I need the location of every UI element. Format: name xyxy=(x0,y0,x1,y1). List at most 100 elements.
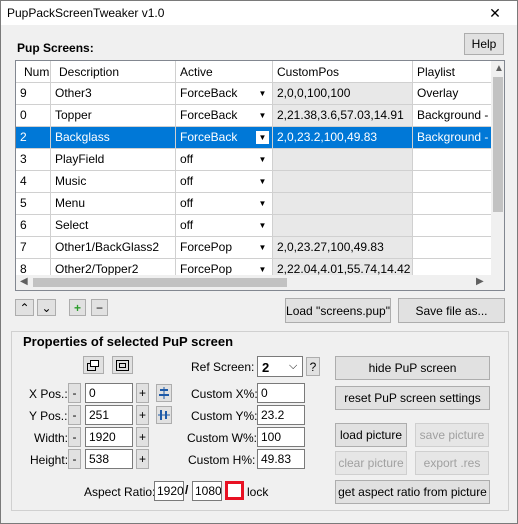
export-res-button[interactable]: export .res xyxy=(415,451,489,475)
clear-picture-button[interactable]: clear picture xyxy=(335,451,407,475)
width-label: Width: xyxy=(34,431,69,445)
ref-screen-select[interactable]: 2 ⌵ xyxy=(257,356,303,377)
row-playlist: Overlay xyxy=(413,83,491,105)
row-active-value: ForceBack xyxy=(180,108,238,122)
row-playlist xyxy=(413,237,491,259)
table-row[interactable]: 5 Menu off ▼ xyxy=(16,193,491,215)
table-row[interactable]: 6 Select off ▼ xyxy=(16,215,491,237)
ypos-minus-button[interactable]: - xyxy=(68,405,81,425)
height-plus-button[interactable]: + xyxy=(136,449,149,469)
dropdown-arrow-icon[interactable]: ▼ xyxy=(256,109,269,122)
dropdown-arrow-icon[interactable]: ▼ xyxy=(256,175,269,188)
horizontal-scrollbar[interactable]: ◀ ▶ xyxy=(16,275,491,290)
reset-settings-button[interactable]: reset PuP screen settings xyxy=(335,386,490,410)
row-custompos xyxy=(273,193,413,215)
move-down-button[interactable]: ⌄ xyxy=(37,299,56,316)
ref-screen-help-button[interactable]: ? xyxy=(306,357,320,376)
custom-x-input[interactable]: 0 xyxy=(257,383,305,403)
width-minus-button[interactable]: - xyxy=(68,427,81,447)
minus-icon: − xyxy=(95,300,103,315)
title-bar[interactable]: PupPackScreenTweaker v1.0 ✕ xyxy=(1,1,517,25)
ypos-input[interactable]: 251 xyxy=(85,405,133,425)
maximize-window-button[interactable] xyxy=(112,356,133,374)
table-row[interactable]: 7 Other1/BackGlass2 ForcePop ▼ 2,0,23.27,… xyxy=(16,237,491,259)
scroll-up-icon[interactable]: ▲ xyxy=(494,63,504,74)
custom-h-input[interactable]: 49.83 xyxy=(257,449,305,469)
table-row[interactable]: 0 Topper ForceBack ▼ 2,21.38,3.6,57.03,14… xyxy=(16,105,491,127)
chevron-down-icon: ⌄ xyxy=(41,300,52,315)
row-active-value: off xyxy=(180,218,194,232)
help-button[interactable]: Help xyxy=(464,33,504,55)
close-icon[interactable]: ✕ xyxy=(473,1,517,25)
xpos-minus-button[interactable]: - xyxy=(68,383,81,403)
scroll-left-icon[interactable]: ◀ xyxy=(20,276,28,287)
table-row[interactable]: 4 Music off ▼ xyxy=(16,171,491,193)
width-plus-button[interactable]: + xyxy=(136,427,149,447)
row-active-dropdown[interactable]: off ▼ xyxy=(176,171,273,193)
col-description[interactable]: Description xyxy=(51,61,176,83)
dropdown-arrow-icon[interactable]: ▼ xyxy=(256,87,269,100)
lock-checkbox[interactable] xyxy=(225,481,244,500)
aspect-height-input[interactable]: 1080 xyxy=(192,481,222,501)
row-active-dropdown[interactable]: ForceBack ▼ xyxy=(176,127,273,149)
remove-row-button[interactable]: − xyxy=(91,299,108,316)
row-active-dropdown[interactable]: off ▼ xyxy=(176,193,273,215)
custom-w-label: Custom W%: xyxy=(187,431,258,445)
center-horizontal-button[interactable] xyxy=(156,384,172,402)
ypos-plus-button[interactable]: + xyxy=(136,405,149,425)
col-num[interactable]: Num xyxy=(16,61,51,83)
vertical-scroll-thumb[interactable] xyxy=(493,77,503,212)
scroll-corner xyxy=(491,275,504,290)
move-up-button[interactable]: ⌃ xyxy=(15,299,34,316)
aspect-width-input[interactable]: 1920 xyxy=(154,481,184,501)
dropdown-arrow-icon[interactable]: ▼ xyxy=(256,153,269,166)
row-active-dropdown[interactable]: off ▼ xyxy=(176,215,273,237)
ref-screen-label: Ref Screen: xyxy=(191,360,255,374)
properties-title: Properties of selected PuP screen xyxy=(21,334,236,349)
row-num: 2 xyxy=(16,127,51,149)
window-title: PupPackScreenTweaker v1.0 xyxy=(7,6,165,20)
table-row[interactable]: 3 PlayField off ▼ xyxy=(16,149,491,171)
custom-y-input[interactable]: 23.2 xyxy=(257,405,305,425)
col-active[interactable]: Active xyxy=(176,61,273,83)
hide-pup-screen-button[interactable]: hide PuP screen xyxy=(335,356,490,380)
restore-window-button[interactable] xyxy=(83,356,104,374)
row-playlist xyxy=(413,193,491,215)
table-row[interactable]: 9 Other3 ForceBack ▼ 2,0,0,100,100 Overla… xyxy=(16,83,491,105)
scroll-right-icon[interactable]: ▶ xyxy=(476,276,484,287)
dropdown-arrow-icon[interactable]: ▼ xyxy=(256,219,269,232)
center-vertical-button[interactable] xyxy=(156,406,172,424)
load-screens-button[interactable]: Load "screens.pup" xyxy=(285,298,391,323)
save-picture-button[interactable]: save picture xyxy=(415,423,489,447)
row-custompos: 2,0,23.2,100,49.83 xyxy=(273,127,413,149)
custom-w-input[interactable]: 100 xyxy=(257,427,305,447)
col-custompos[interactable]: CustomPos xyxy=(273,61,413,83)
add-row-button[interactable]: + xyxy=(69,299,86,316)
width-input[interactable]: 1920 xyxy=(85,427,133,447)
xpos-plus-button[interactable]: + xyxy=(136,383,149,403)
row-active-dropdown[interactable]: ForcePop ▼ xyxy=(176,237,273,259)
screens-grid[interactable]: Num Description Active CustomPos Playlis… xyxy=(15,60,505,291)
height-minus-button[interactable]: - xyxy=(68,449,81,469)
get-aspect-ratio-button[interactable]: get aspect ratio from picture xyxy=(335,480,490,504)
chevron-down-icon: ⌵ xyxy=(289,360,298,372)
xpos-input[interactable]: 0 xyxy=(85,383,133,403)
dropdown-arrow-icon[interactable]: ▼ xyxy=(256,197,269,210)
vertical-scrollbar[interactable]: ▲ xyxy=(491,61,504,275)
custom-x-label: Custom X%: xyxy=(191,387,258,401)
load-picture-button[interactable]: load picture xyxy=(335,423,407,447)
row-active-dropdown[interactable]: ForceBack ▼ xyxy=(176,83,273,105)
dropdown-arrow-icon[interactable]: ▼ xyxy=(256,241,269,254)
row-description: Music xyxy=(51,171,176,193)
height-input[interactable]: 538 xyxy=(85,449,133,469)
row-active-dropdown[interactable]: off ▼ xyxy=(176,149,273,171)
table-row-selected[interactable]: 2 Backglass ForceBack ▼ 2,0,23.2,100,49.8… xyxy=(16,127,491,149)
dropdown-arrow-icon[interactable]: ▼ xyxy=(256,131,269,144)
row-active-dropdown[interactable]: ForceBack ▼ xyxy=(176,105,273,127)
aspect-ratio-label: Aspect Ratio: xyxy=(84,485,156,499)
row-active-value: ForceBack xyxy=(180,130,238,144)
col-playlist[interactable]: Playlist xyxy=(413,61,491,83)
save-file-button[interactable]: Save file as... xyxy=(398,298,505,323)
row-playlist xyxy=(413,171,491,193)
horizontal-scroll-thumb[interactable] xyxy=(33,278,287,287)
